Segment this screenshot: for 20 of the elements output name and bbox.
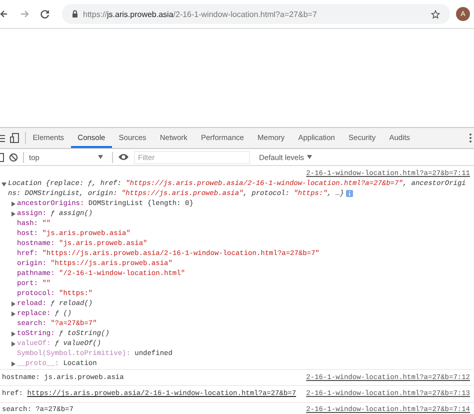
caret-icon [307, 155, 312, 159]
more-icon[interactable] [469, 133, 472, 143]
expand-arrow-icon[interactable] [10, 199, 17, 209]
caret-icon [98, 155, 103, 159]
info-icon [346, 190, 354, 197]
expand-arrow-icon[interactable] [10, 309, 17, 319]
lock-icon [72, 10, 78, 18]
expand-arrow-icon[interactable] [10, 299, 17, 309]
eye-icon[interactable] [118, 153, 129, 161]
expand-arrow-icon[interactable] [10, 359, 17, 369]
reload-icon[interactable] [40, 9, 50, 19]
url-text: https://js.aris.proweb.asia/2-16-1-window-location.html?a=27&b=7 [83, 10, 317, 18]
clear-icon[interactable] [9, 152, 18, 162]
expand-arrow-icon[interactable] [10, 339, 17, 349]
device-icon[interactable] [10, 133, 19, 143]
expand-arrow-icon[interactable] [10, 329, 17, 339]
expand-arrow-icon[interactable] [10, 209, 17, 219]
address-bar[interactable]: https://js.aris.proweb.asia/2-16-1-window-location.html?a=27&b=7 [62, 4, 450, 24]
back-icon[interactable] [0, 8, 8, 20]
star-icon[interactable] [431, 10, 440, 18]
